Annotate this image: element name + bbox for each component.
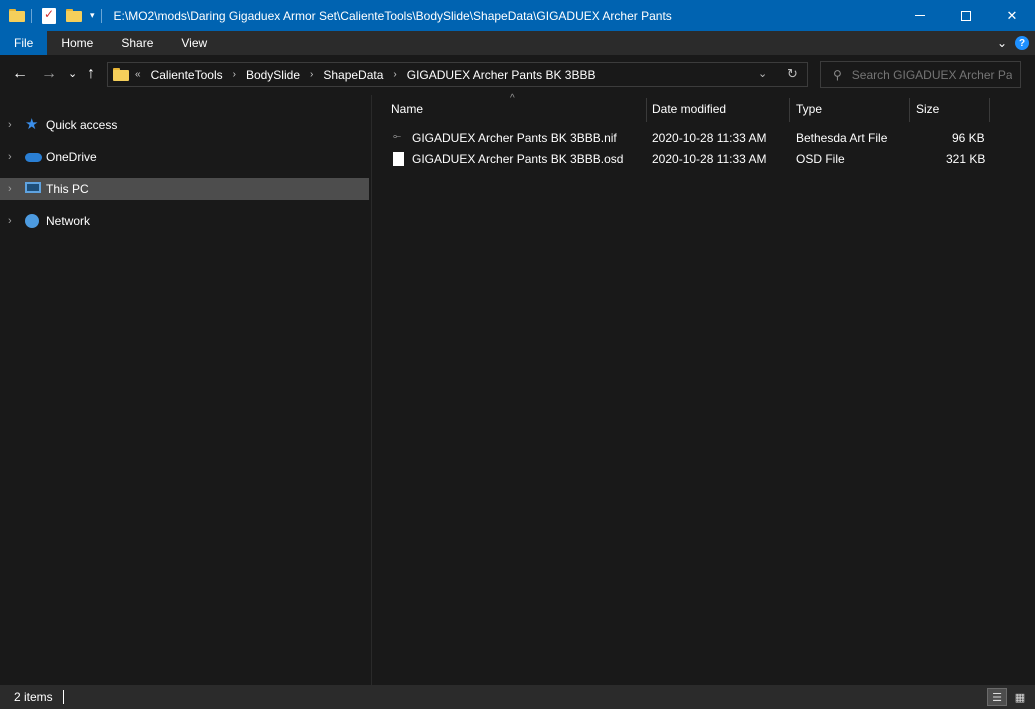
file-size: 321 KB (946, 152, 986, 166)
chevron-right-icon[interactable]: › (8, 151, 12, 163)
chevron-right-icon[interactable]: › (8, 183, 12, 195)
table-row[interactable]: ⟜ GIGADUEX Archer Pants BK 3BBB.nif 2020… (388, 128, 988, 149)
file-size: 96 KB (952, 131, 985, 145)
sidebar-item-label: Quick access (46, 118, 118, 132)
table-row[interactable]: GIGADUEX Archer Pants BK 3BBB.osd 2020-1… (388, 149, 988, 170)
column-header-size[interactable]: Size (916, 102, 939, 116)
file-date: 2020-10-28 11:33 AM (652, 152, 767, 166)
chevron-right-icon[interactable]: › (8, 119, 12, 131)
minimize-icon (915, 15, 925, 16)
ribbon: File Home Share View ⌄ ? (0, 31, 1035, 55)
status-bar: 2 items ☰ ▦ (0, 685, 1035, 709)
column-divider[interactable] (646, 98, 647, 122)
breadcrumb-bodyslide[interactable]: BodySlide (246, 68, 300, 82)
cloud-icon (25, 150, 42, 164)
chevron-right-icon[interactable]: › (8, 215, 12, 227)
network-icon (25, 214, 41, 228)
expand-ribbon-icon[interactable]: ⌄ (997, 36, 1007, 50)
breadcrumb-separator[interactable]: › (310, 69, 313, 80)
column-header-date-modified[interactable]: Date modified (652, 102, 726, 116)
divider (62, 690, 64, 704)
folder-icon[interactable] (9, 9, 25, 22)
star-icon: ★ (25, 116, 39, 133)
column-divider[interactable] (989, 98, 990, 122)
tab-share[interactable]: Share (107, 31, 167, 55)
column-header-name[interactable]: Name (391, 102, 423, 116)
sidebar-item-label: OneDrive (46, 150, 97, 164)
breadcrumb-current-folder[interactable]: GIGADUEX Archer Pants BK 3BBB (407, 68, 596, 82)
title-bar: ▾ E:\MO2\mods\Daring Gigaduex Armor Set\… (0, 0, 1035, 31)
navigation-pane: › ★ Quick access › OneDrive › This PC › … (0, 95, 372, 685)
window-title: E:\MO2\mods\Daring Gigaduex Armor Set\Ca… (113, 8, 674, 23)
breadcrumb-separator[interactable]: › (233, 69, 236, 80)
search-input[interactable] (851, 67, 1012, 82)
new-folder-icon[interactable] (66, 9, 82, 22)
sidebar-item-label: This PC (46, 182, 89, 196)
breadcrumb-overflow[interactable]: « (135, 69, 141, 80)
sidebar-item-quick-access[interactable]: › ★ Quick access (0, 114, 369, 136)
large-icons-view-button[interactable]: ▦ (1010, 688, 1030, 706)
file-name: GIGADUEX Archer Pants BK 3BBB.nif (412, 131, 617, 145)
back-button[interactable]: ← (12, 65, 28, 83)
tab-view[interactable]: View (167, 31, 221, 55)
sidebar-item-this-pc[interactable]: › This PC (0, 178, 369, 200)
sidebar-item-network[interactable]: › Network (0, 210, 369, 232)
file-list: ^ Name Date modified Type Size ⟜ GIGADUE… (373, 93, 1035, 685)
file-type: Bethesda Art File (796, 131, 888, 145)
tab-home[interactable]: Home (47, 31, 107, 55)
column-divider[interactable] (909, 98, 910, 122)
close-icon: ✕ (1006, 7, 1018, 23)
tab-file[interactable]: File (0, 31, 48, 55)
column-divider[interactable] (789, 98, 790, 122)
navigation-bar: ← → ⌄ ↑ « CalienteTools › BodySlide › Sh… (0, 55, 1035, 95)
refresh-icon[interactable]: ↻ (787, 66, 798, 82)
customize-toolbar-icon[interactable]: ▾ (90, 10, 95, 21)
minimize-button[interactable] (897, 0, 943, 31)
sort-ascending-icon: ^ (510, 93, 515, 104)
file-type: OSD File (796, 152, 845, 166)
maximize-icon (961, 10, 971, 21)
nif-file-icon: ⟜ (393, 131, 401, 142)
document-icon (393, 152, 404, 166)
up-button[interactable]: ↑ (87, 65, 95, 83)
file-name: GIGADUEX Archer Pants BK 3BBB.osd (412, 152, 624, 166)
address-dropdown-icon[interactable]: ⌄ (758, 67, 767, 80)
close-button[interactable]: ✕ (989, 0, 1035, 31)
breadcrumb-shapedata[interactable]: ShapeData (323, 68, 383, 82)
breadcrumb-separator[interactable]: › (393, 69, 396, 80)
search-icon: ⚲ (833, 67, 842, 82)
recent-locations-button[interactable]: ⌄ (68, 65, 77, 83)
item-count: 2 items (14, 690, 53, 704)
properties-icon[interactable] (42, 7, 56, 24)
divider (100, 8, 102, 23)
breadcrumb-calientetools[interactable]: CalienteTools (151, 68, 223, 82)
folder-icon (113, 68, 129, 81)
details-view-button[interactable]: ☰ (987, 688, 1007, 706)
address-bar[interactable]: « CalienteTools › BodySlide › ShapeData … (107, 62, 808, 87)
sidebar-item-label: Network (46, 214, 91, 228)
search-box[interactable]: ⚲ (820, 61, 1021, 88)
divider (31, 8, 32, 23)
sidebar-item-onedrive[interactable]: › OneDrive (0, 146, 369, 168)
column-header-type[interactable]: Type (796, 102, 822, 116)
quick-access-toolbar: ▾ (0, 0, 108, 31)
help-icon[interactable]: ? (1015, 36, 1029, 50)
forward-button[interactable]: → (41, 65, 57, 83)
maximize-button[interactable] (943, 0, 989, 31)
file-date: 2020-10-28 11:33 AM (652, 131, 767, 145)
computer-icon (25, 182, 41, 196)
